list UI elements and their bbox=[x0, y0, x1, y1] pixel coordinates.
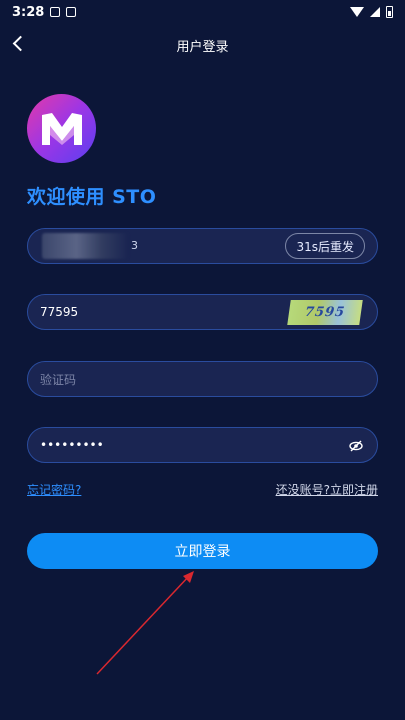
annotation-arrow-icon bbox=[96, 571, 194, 675]
